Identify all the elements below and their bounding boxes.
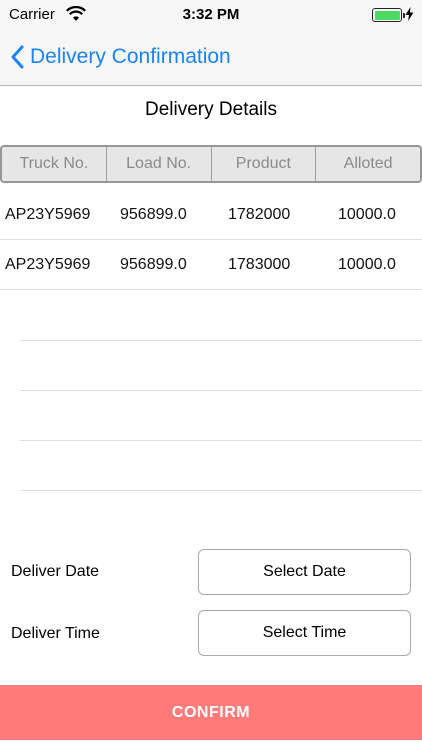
column-header-product: Product: [212, 147, 317, 181]
cell-truck-no: AP23Y5969: [5, 205, 91, 223]
column-header-load-no: Load No.: [107, 147, 212, 181]
select-date-button[interactable]: Select Date: [198, 549, 411, 595]
cell-product: 1783000: [228, 255, 291, 273]
status-bar: Carrier 3:32 PM: [0, 0, 422, 30]
charging-bolt-icon: [405, 7, 414, 21]
back-button[interactable]: Delivery Confirmation: [10, 42, 231, 72]
deliver-time-label: Deliver Time: [11, 625, 100, 642]
chevron-left-icon: [11, 45, 24, 69]
battery-icon: [372, 8, 405, 22]
column-header-truck-no: Truck No.: [2, 147, 107, 181]
navigation-bar: Delivery Confirmation: [0, 30, 422, 86]
cell-alloted: 10000.0: [338, 255, 396, 273]
cell-alloted: 10000.0: [338, 205, 396, 223]
deliver-date-label: Deliver Date: [11, 563, 100, 580]
confirm-button[interactable]: CONFIRM: [0, 685, 422, 740]
table-row[interactable]: AP23Y5969 956899.0 1782000 10000.0: [0, 190, 422, 240]
cell-truck-no: AP23Y5969: [5, 255, 91, 273]
row-separator: [20, 390, 422, 391]
table-header: Truck No. Load No. Product Alloted: [0, 145, 422, 183]
table-row[interactable]: AP23Y5969 956899.0 1783000 10000.0: [0, 240, 422, 290]
row-separator: [20, 440, 422, 441]
row-separator: [20, 340, 422, 341]
row-separator: [20, 490, 422, 491]
column-header-alloted: Alloted: [343, 155, 393, 172]
cell-load-no: 956899.0: [120, 205, 187, 223]
section-title: Delivery Details: [145, 99, 277, 120]
clock: 3:32 PM: [182, 6, 240, 23]
cell-product: 1782000: [228, 205, 291, 223]
page-title: Delivery Confirmation: [30, 45, 231, 68]
select-time-button[interactable]: Select Time: [198, 610, 411, 656]
cell-load-no: 956899.0: [120, 255, 187, 273]
